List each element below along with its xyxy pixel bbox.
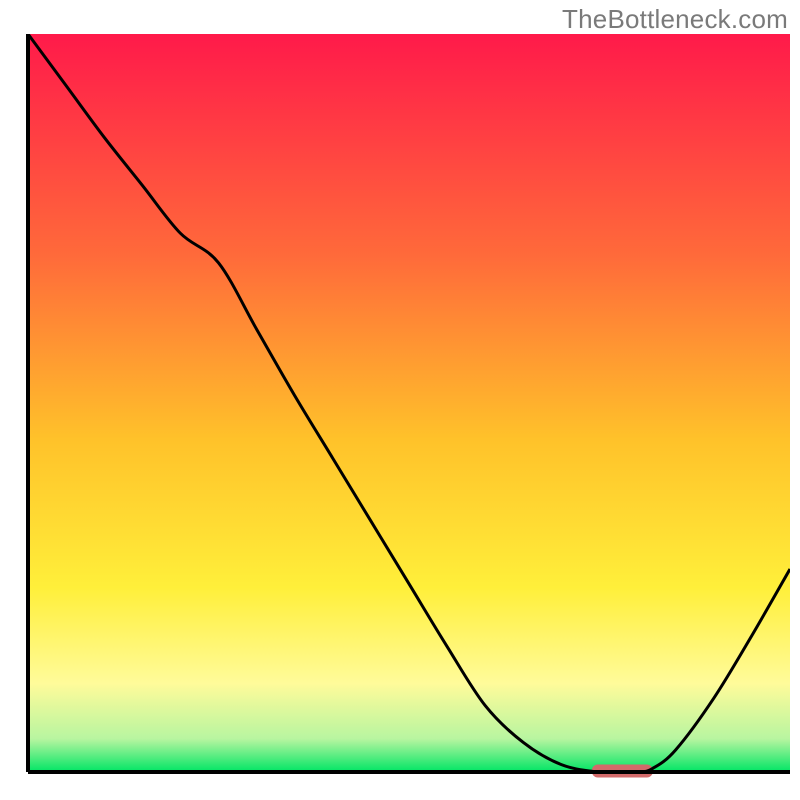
watermark-text: TheBottleneck.com [562, 4, 788, 35]
plot-area [28, 34, 790, 778]
gradient-background [28, 34, 790, 772]
chart-canvas [0, 0, 800, 800]
bottleneck-chart: TheBottleneck.com [0, 0, 800, 800]
